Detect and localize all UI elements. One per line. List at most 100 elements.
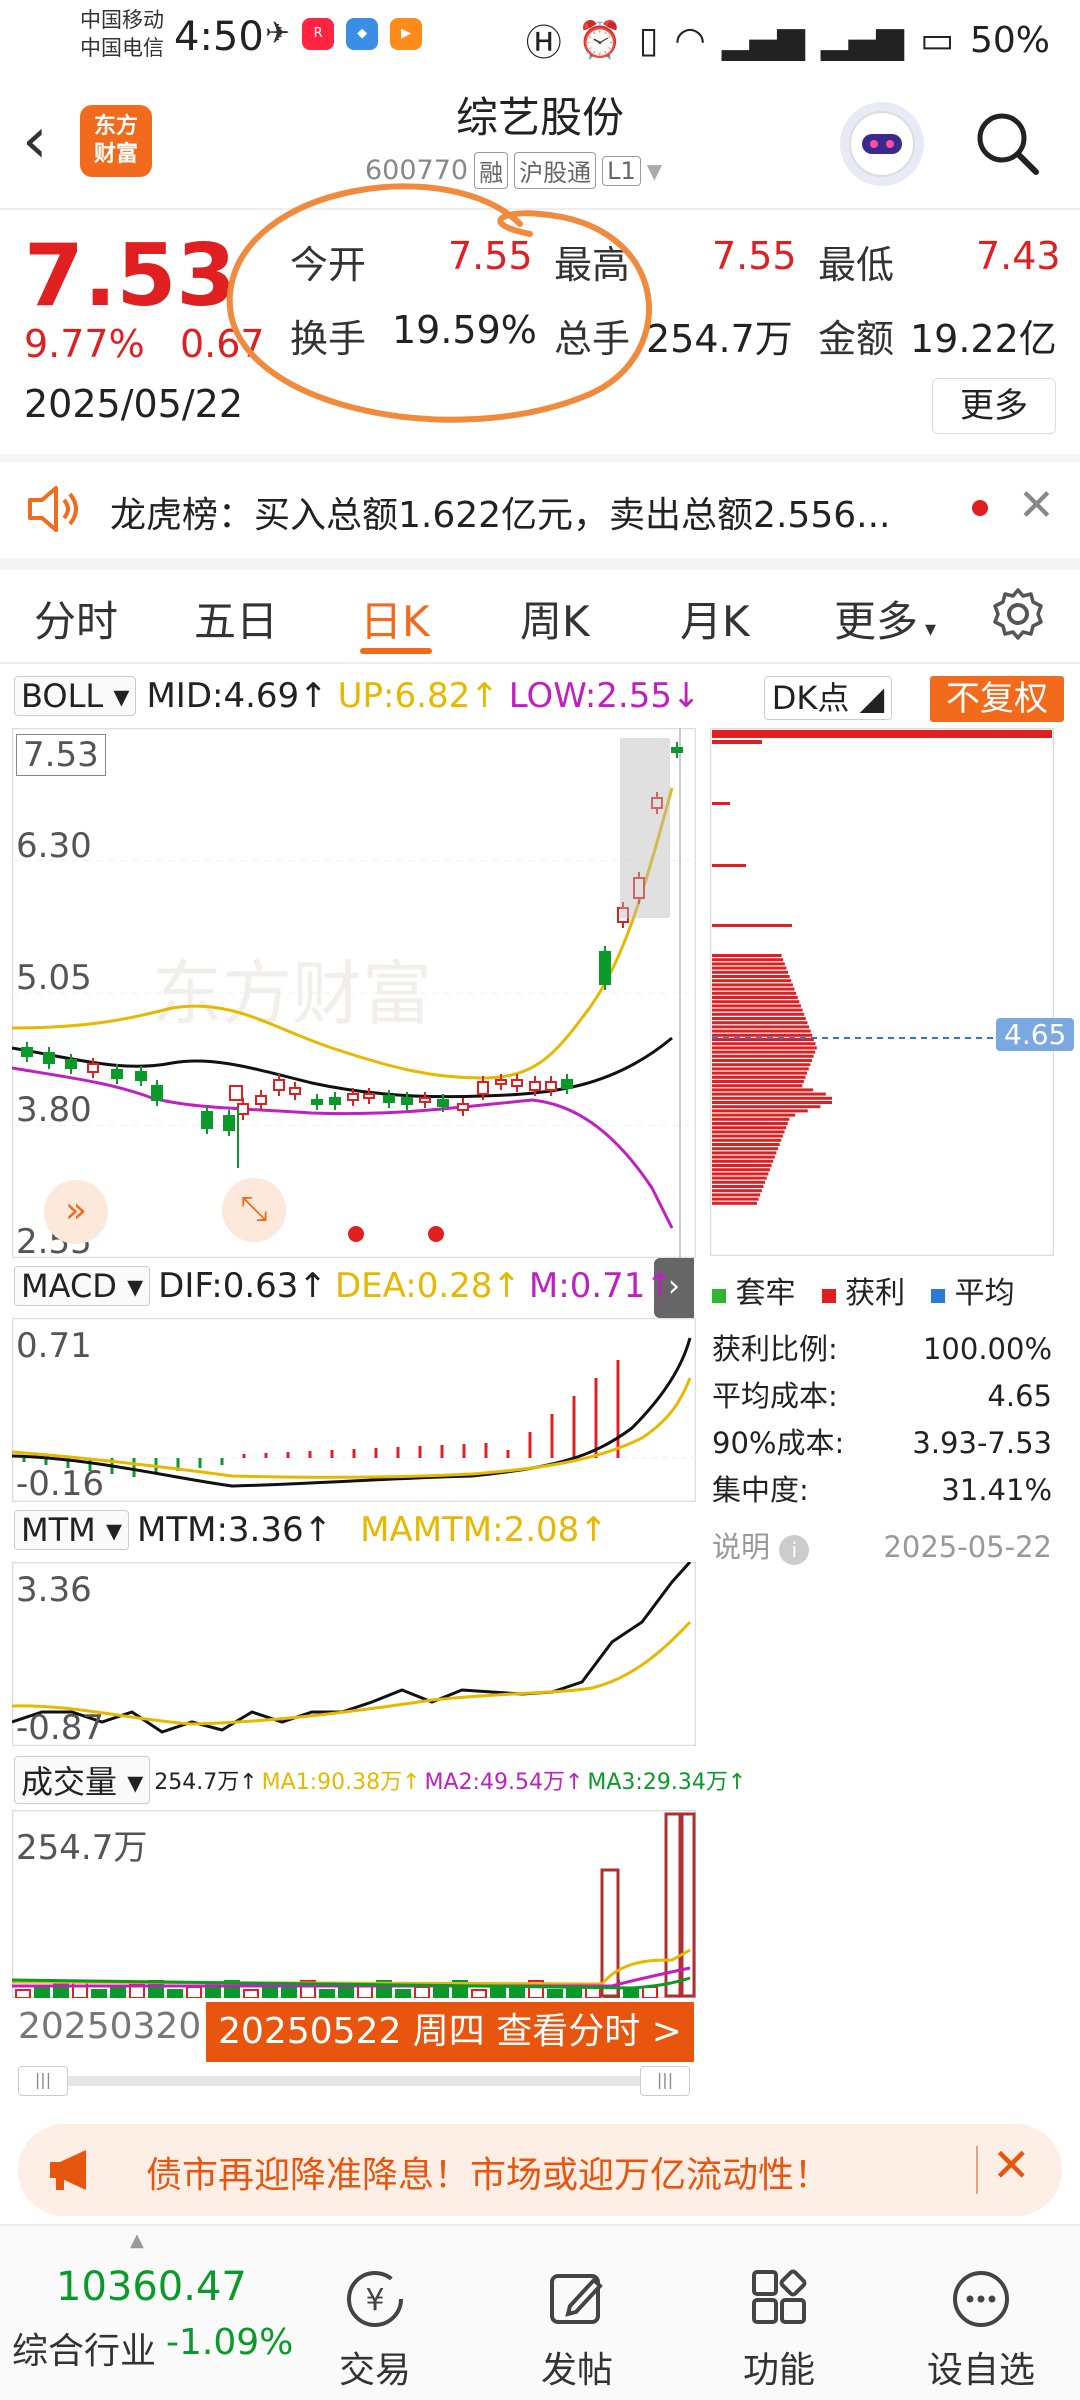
nav-post-label: 发帖 xyxy=(540,2350,613,2391)
mtm-chart[interactable] xyxy=(12,1562,696,1746)
chip-date: 2025-05-22 xyxy=(883,1530,1052,1564)
tab-daily-k[interactable]: 日K xyxy=(360,588,430,649)
kline-chart[interactable]: 东方财富 xyxy=(12,728,696,1258)
expand-side-icon[interactable]: » xyxy=(44,1180,108,1244)
volume-bar xyxy=(186,1986,202,1998)
chip-bar xyxy=(712,1054,814,1058)
sector-index-pct[interactable]: -1.09% xyxy=(166,2322,293,2363)
sector-index-value[interactable]: 10360.47 xyxy=(56,2264,247,2310)
nav-trade[interactable]: ¥ 交易 xyxy=(320,2266,430,2393)
mamtm-value: MAMTM:2.08↑ xyxy=(360,1510,608,1550)
close-notice-icon[interactable]: ✕ xyxy=(1018,480,1055,531)
nav-functions[interactable]: 功能 xyxy=(724,2266,834,2393)
chip-legend: 套牢 获利 平均 xyxy=(712,1268,1015,1312)
carrier-2: 中国电信 xyxy=(80,36,164,60)
chip-note[interactable]: 说明 i xyxy=(712,1524,810,1571)
sector-index-name[interactable]: 综合行业 xyxy=(12,2322,156,2374)
scroll-handle-left[interactable]: ||| xyxy=(18,2066,68,2096)
no-adjust-button[interactable]: 不复权 xyxy=(930,676,1064,722)
tab-intraday[interactable]: 分时 xyxy=(34,588,118,649)
volume-selector[interactable]: 成交量 ▾ xyxy=(14,1756,151,1804)
candle-body xyxy=(347,1093,359,1101)
robot-assistant-avatar[interactable] xyxy=(840,102,924,186)
megaphone-icon xyxy=(46,2146,98,2198)
macd-label: MACD xyxy=(21,1267,117,1305)
chip-stat-value: 3.93-7.53 xyxy=(912,1426,1052,1460)
close-banner-icon[interactable]: ✕ xyxy=(992,2138,1031,2192)
dk-point-button[interactable]: DK点 ◢ xyxy=(764,676,892,720)
mtm-axis-bottom: -0.87 xyxy=(16,1708,104,1748)
tab-five-day[interactable]: 五日 xyxy=(194,588,278,649)
macd-axis-bottom: -0.16 xyxy=(16,1464,104,1504)
more-quote-button[interactable]: 更多 xyxy=(932,378,1056,434)
volume-bar xyxy=(110,1986,126,1998)
chip-bar xyxy=(712,1080,804,1083)
active-tab-underline xyxy=(360,648,432,654)
macd-chart[interactable] xyxy=(12,1318,696,1502)
chip-bar xyxy=(712,1176,767,1180)
chip-row-concentration: 集中度: 31.41% xyxy=(712,1467,1052,1514)
candle-body xyxy=(65,1059,77,1069)
boll-selector[interactable]: BOLL ▾ xyxy=(14,676,137,716)
tab-monthly-k[interactable]: 月K xyxy=(680,588,750,649)
chip-stat-value: 31.41% xyxy=(941,1473,1052,1507)
candle-body xyxy=(511,1079,523,1087)
chip-bar xyxy=(712,1017,806,1020)
boll-lower-line xyxy=(12,1066,674,1229)
chip-bar xyxy=(712,1130,785,1134)
candle-body xyxy=(419,1097,431,1103)
y-axis-label-4: 3.80 xyxy=(16,1090,92,1130)
chip-bar xyxy=(712,924,792,927)
candle-body xyxy=(229,1085,243,1101)
chip-bar xyxy=(712,979,792,983)
boll-legend: BOLL ▾ MID:4.69↑ UP:6.82↑ LOW:2.55↓ xyxy=(14,676,700,716)
candle-body xyxy=(599,951,611,985)
boll-mid: MID:4.69↑ xyxy=(146,676,328,716)
chip-bar xyxy=(712,1201,758,1205)
settings-gear-icon[interactable] xyxy=(990,586,1046,646)
chip-bar xyxy=(712,1059,812,1062)
chip-bar xyxy=(712,1105,821,1109)
chip-bar xyxy=(712,975,790,978)
candle-body xyxy=(495,1079,507,1085)
candle-body xyxy=(43,1052,55,1064)
search-icon[interactable] xyxy=(972,108,1042,178)
chip-bar xyxy=(712,1126,787,1130)
chip-bar xyxy=(712,1071,808,1075)
tab-more[interactable]: 更多 ▾ xyxy=(834,588,936,649)
dragon-tiger-notice[interactable]: 龙虎榜：买入总额1.622亿元，卖出总额2.556... ✕ xyxy=(0,462,1080,558)
macd-selector[interactable]: MACD ▾ xyxy=(14,1266,151,1306)
avg-cost-tag: 4.65 xyxy=(996,1018,1075,1051)
chip-bar xyxy=(712,730,1052,738)
candle-body xyxy=(111,1069,123,1079)
tabs-divider xyxy=(0,662,1080,664)
tab-weekly-k[interactable]: 周K xyxy=(520,588,590,649)
vibrate-icon: ▯ xyxy=(638,19,659,61)
news-banner[interactable]: 债市再迎降准降息！市场或迎万亿流动性！ ✕ xyxy=(18,2124,1062,2216)
volume-ma2: MA2:49.54万↑ xyxy=(424,1770,584,1795)
chip-bar xyxy=(712,1189,762,1193)
volume-bar xyxy=(547,1989,563,1998)
macd-axis-top: 0.71 xyxy=(16,1326,92,1366)
scroll-handle-right[interactable]: ||| xyxy=(640,2066,690,2096)
volume-bar xyxy=(15,1989,31,1998)
chip-bar xyxy=(712,1092,826,1096)
chart-scrollbar[interactable] xyxy=(20,2076,688,2086)
hand-drawn-circle xyxy=(226,183,653,423)
fullscreen-icon[interactable]: ⤡ xyxy=(222,1178,286,1242)
chip-bar xyxy=(712,1193,761,1197)
send-icon: ✈ xyxy=(265,16,291,51)
nav-post[interactable]: 发帖 xyxy=(522,2266,632,2393)
chip-note-label: 说明 xyxy=(712,1530,771,1564)
view-intraday-button[interactable]: 20250522 周四 查看分时 > xyxy=(206,2002,694,2062)
candle-body xyxy=(529,1081,541,1091)
volume-bar xyxy=(623,1989,639,1998)
nav-add-watchlist[interactable]: 设自选 xyxy=(926,2266,1036,2393)
macd-m: M:0.71↑ xyxy=(528,1266,674,1306)
legend-profit-label: 获利 xyxy=(845,1276,906,1311)
mtm-selector[interactable]: MTM ▾ xyxy=(14,1510,129,1550)
caret-up-icon[interactable]: ▲ xyxy=(130,2230,144,2251)
macd-legend: MACD ▾ DIF:0.63↑ DEA:0.28↑ M:0.71↑ xyxy=(14,1266,674,1306)
chip-bar xyxy=(712,954,782,957)
speaker-icon xyxy=(26,484,80,538)
